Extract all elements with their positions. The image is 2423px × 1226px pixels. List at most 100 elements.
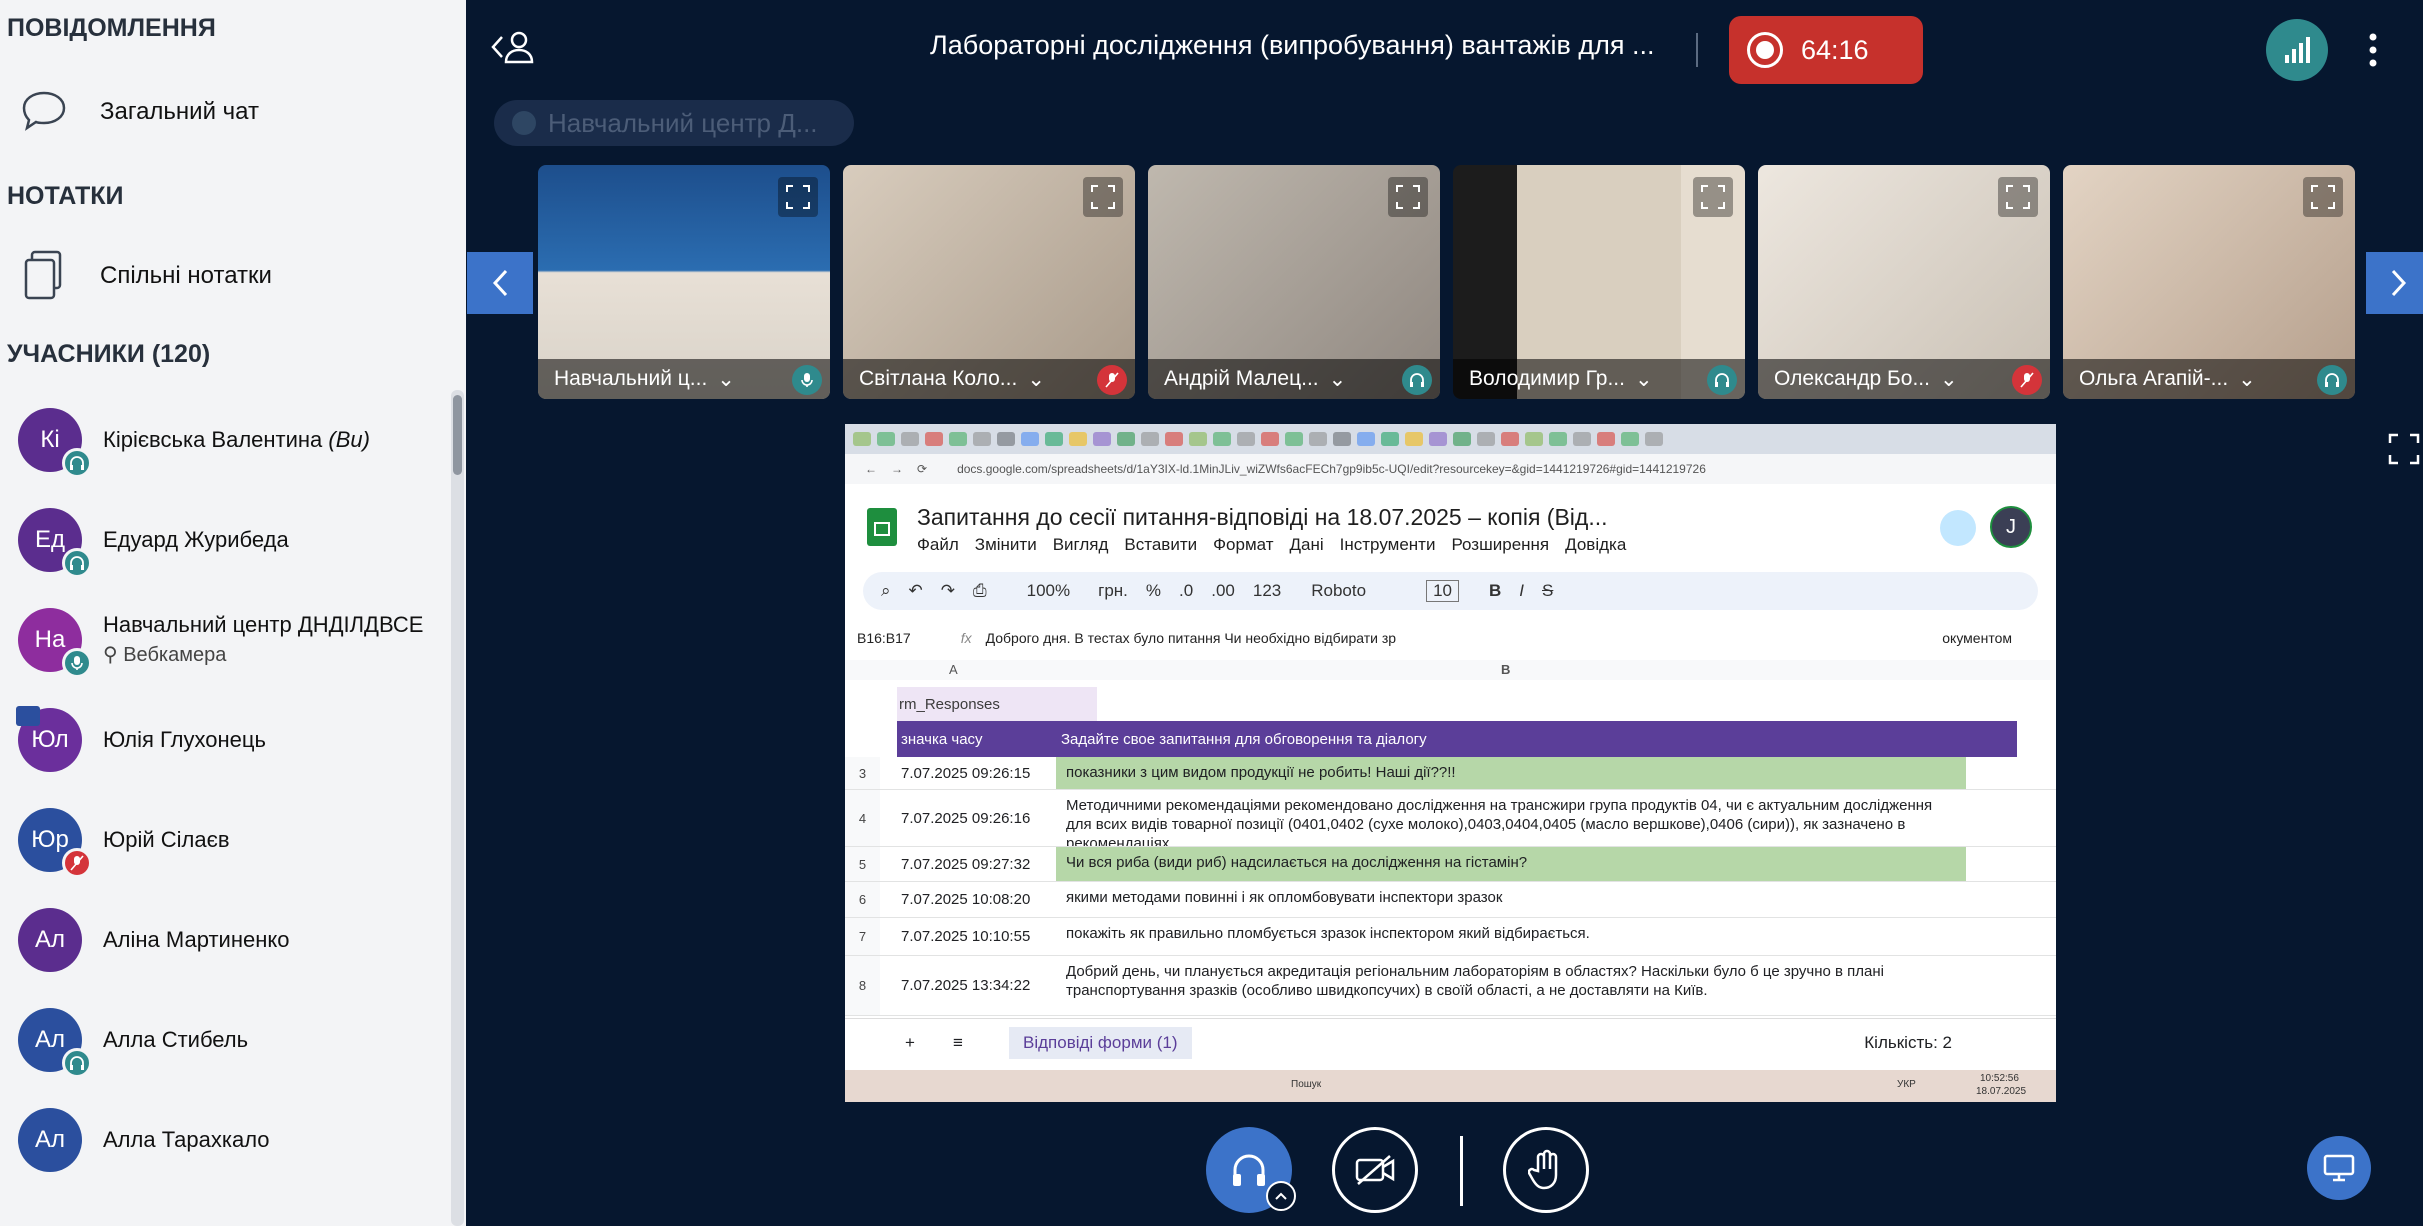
menu-item[interactable]: Розширення: [1451, 535, 1549, 555]
browser-tab[interactable]: [925, 432, 943, 446]
sidebar-scrollbar[interactable]: [453, 395, 462, 475]
chevron-down-icon[interactable]: ⌄: [717, 367, 735, 392]
row-number[interactable]: 4: [845, 790, 880, 846]
browser-tab[interactable]: [1501, 432, 1519, 446]
row-number[interactable]: 6: [845, 882, 880, 917]
cell-reference[interactable]: B16:B17: [857, 630, 911, 646]
bold-button[interactable]: B: [1489, 581, 1501, 601]
table-row[interactable]: 6 7.07.2025 10:08:20 якими методами пови…: [845, 882, 2056, 918]
formula-text[interactable]: Доброго дня. В тестах було питання Чи не…: [986, 630, 1396, 646]
chevron-down-icon[interactable]: ⌄: [1635, 367, 1653, 392]
redo-icon[interactable]: ↷: [941, 581, 955, 601]
shared-notes-item[interactable]: Спільні нотатки: [18, 248, 272, 304]
timestamp-cell[interactable]: 7.07.2025 10:08:20: [901, 882, 1030, 917]
browser-tab[interactable]: [1141, 432, 1159, 446]
all-sheets-icon[interactable]: ≡: [953, 1033, 963, 1053]
menu-item[interactable]: Формат: [1213, 535, 1273, 555]
browser-tab[interactable]: [949, 432, 967, 446]
video-tile[interactable]: Андрій Малец... ⌄: [1148, 165, 1440, 399]
header-question[interactable]: Задайте свое запитання для обговорення т…: [1061, 731, 1427, 748]
strikethrough-button[interactable]: S: [1542, 581, 1553, 601]
font-size-input[interactable]: 10: [1426, 580, 1459, 602]
browser-tab[interactable]: [853, 432, 871, 446]
browser-tab[interactable]: [1645, 432, 1663, 446]
browser-tab[interactable]: [1381, 432, 1399, 446]
chevron-down-icon[interactable]: ⌄: [1027, 367, 1045, 392]
browser-tab[interactable]: [1621, 432, 1639, 446]
expand-tile-button[interactable]: [1998, 177, 2038, 217]
table-row[interactable]: 5 7.07.2025 09:27:32 Чи вся риба (види р…: [845, 847, 2056, 882]
column-b-header[interactable]: B: [1501, 662, 1510, 677]
zoom-select[interactable]: 100%: [1027, 581, 1070, 601]
browser-tab[interactable]: [1213, 432, 1231, 446]
browser-tab[interactable]: [1333, 432, 1351, 446]
browser-tab[interactable]: [1093, 432, 1111, 446]
forward-icon[interactable]: →: [891, 462, 903, 476]
participant-item[interactable]: Ал Алла Стибель: [18, 1000, 458, 1080]
browser-tab[interactable]: [1477, 432, 1495, 446]
row-number[interactable]: 7: [845, 918, 880, 955]
browser-tab[interactable]: [1405, 432, 1423, 446]
share-screen-button[interactable]: [2307, 1136, 2371, 1200]
browser-tab[interactable]: [1045, 432, 1063, 446]
chevron-down-icon[interactable]: ⌄: [1940, 367, 1958, 392]
browser-tab[interactable]: [1549, 432, 1567, 446]
question-cell[interactable]: показники з цим видом продукції не робит…: [1056, 757, 1966, 789]
browser-tab[interactable]: [1021, 432, 1039, 446]
recording-indicator[interactable]: 64:16: [1729, 16, 1923, 84]
browser-tab[interactable]: [1429, 432, 1447, 446]
participant-item[interactable]: Кі Кірієвська Валентина (Ви): [18, 400, 458, 480]
browser-tab[interactable]: [1261, 432, 1279, 446]
question-cell[interactable]: Методичними рекомендаціями рекомендовано…: [1056, 790, 1966, 846]
currency-button[interactable]: грн.: [1098, 581, 1128, 601]
video-tile[interactable]: Олександр Бо... ⌄: [1758, 165, 2050, 399]
browser-tab[interactable]: [877, 432, 895, 446]
toggle-sidebar-button[interactable]: [490, 30, 534, 64]
browser-tab[interactable]: [1237, 432, 1255, 446]
question-cell[interactable]: покажіть як правильно пломбується зразок…: [1056, 918, 1966, 955]
row-number[interactable]: 8: [845, 956, 880, 1015]
menu-item[interactable]: Змінити: [975, 535, 1037, 555]
browser-tab[interactable]: [1453, 432, 1471, 446]
timestamp-cell[interactable]: 7.07.2025 10:10:55: [901, 918, 1030, 955]
back-icon[interactable]: ←: [865, 462, 877, 476]
browser-tab[interactable]: [1165, 432, 1183, 446]
table-row[interactable]: 7 7.07.2025 10:10:55 покажіть як правиль…: [845, 918, 2056, 956]
screen-share[interactable]: ← → ⟳ docs.google.com/spreadsheets/d/1aY3I…: [845, 424, 2056, 1102]
expand-tile-button[interactable]: [1693, 177, 1733, 217]
camera-button[interactable]: [1332, 1127, 1418, 1213]
browser-tab[interactable]: [901, 432, 919, 446]
question-cell[interactable]: якими методами повинні і як опломбовуват…: [1056, 882, 1966, 917]
sheet-tab-active[interactable]: Відповіді форми (1): [1009, 1027, 1192, 1059]
expand-tile-button[interactable]: [1388, 177, 1428, 217]
public-chat-item[interactable]: Загальний чат: [18, 86, 259, 138]
number-format-button[interactable]: 123: [1253, 581, 1281, 601]
menu-item[interactable]: Вставити: [1124, 535, 1197, 555]
header-timestamp[interactable]: значка часу: [901, 731, 1041, 748]
share-button[interactable]: [1940, 510, 1976, 546]
browser-tab[interactable]: [1117, 432, 1135, 446]
question-cell[interactable]: Добрий день, чи планується акредитація р…: [1056, 956, 1966, 1015]
video-tile[interactable]: Світлана Коло... ⌄: [843, 165, 1135, 399]
browser-tab[interactable]: [1525, 432, 1543, 446]
menu-item[interactable]: Файл: [917, 535, 959, 555]
participant-item[interactable]: Ед Едуард Журибеда: [18, 500, 458, 580]
participant-item[interactable]: Юр Юрій Сілаєв: [18, 800, 458, 880]
chevron-down-icon[interactable]: ⌄: [2238, 367, 2256, 392]
connection-status-button[interactable]: [2266, 19, 2328, 81]
table-row[interactable]: 8 7.07.2025 13:34:22 Добрий день, чи пла…: [845, 956, 2056, 1016]
menu-item[interactable]: Вигляд: [1053, 535, 1109, 555]
timestamp-cell[interactable]: 7.07.2025 09:26:16: [901, 790, 1030, 846]
row-number[interactable]: 3: [845, 757, 880, 789]
browser-tab[interactable]: [1285, 432, 1303, 446]
expand-tile-button[interactable]: [778, 177, 818, 217]
video-tile[interactable]: Навчальний ц... ⌄: [538, 165, 830, 399]
browser-tab[interactable]: [1069, 432, 1087, 446]
tiles-prev-button[interactable]: [467, 252, 533, 314]
tiles-next-button[interactable]: [2366, 252, 2423, 314]
expand-tile-button[interactable]: [1083, 177, 1123, 217]
menu-item[interactable]: Дані: [1290, 535, 1324, 555]
menu-item[interactable]: Інструменти: [1340, 535, 1436, 555]
question-cell[interactable]: Чи вся риба (види риб) надсилається на д…: [1056, 847, 1966, 881]
browser-tab[interactable]: [1309, 432, 1327, 446]
